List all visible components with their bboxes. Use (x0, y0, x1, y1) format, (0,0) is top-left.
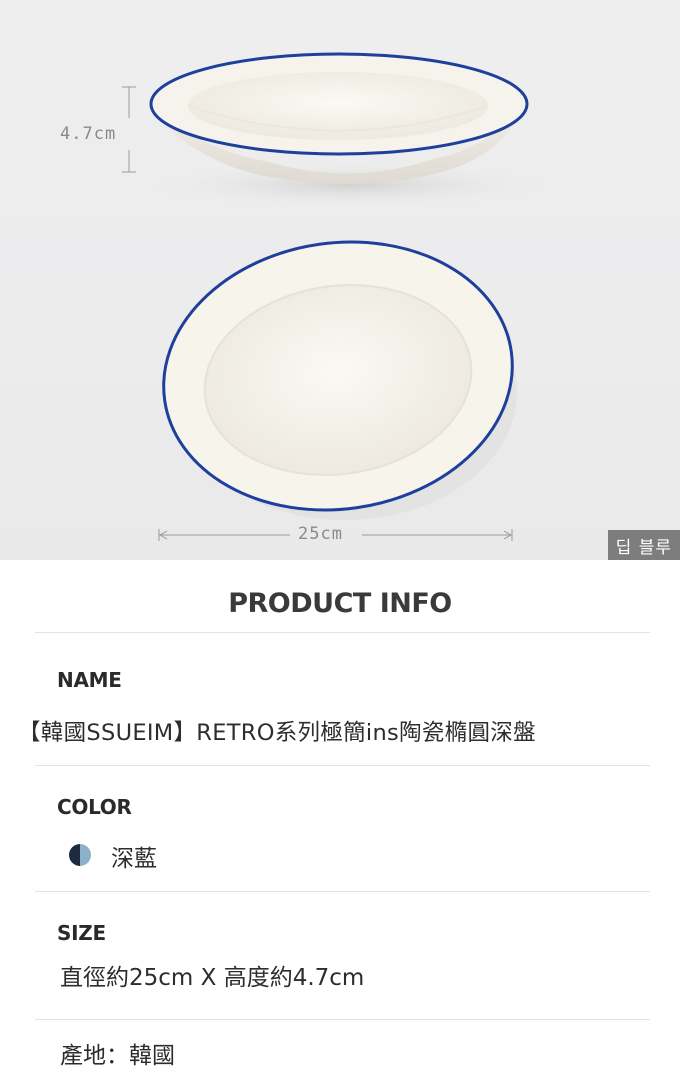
color-value: 深藍 (111, 846, 157, 872)
color-label: COLOR (57, 795, 132, 819)
divider (35, 765, 650, 766)
plate-illustration (122, 52, 550, 541)
size-label: SIZE (57, 921, 106, 945)
origin-value: 產地：韓國 (60, 1043, 175, 1069)
color-name-tag: 딥 블루 (607, 530, 680, 560)
product-name: 【韓國SSUEIM】RETRO系列極簡ins陶瓷橢圓深盤 (18, 720, 536, 746)
height-dimension-line (122, 86, 136, 173)
divider (35, 632, 650, 633)
size-value: 直徑約25cm X 高度約4.7cm (60, 965, 365, 991)
height-dimension-label: 4.7cm (60, 124, 117, 144)
width-dimension-label: 25cm (298, 524, 343, 544)
name-label: NAME (57, 668, 122, 692)
divider (35, 1019, 650, 1020)
product-photo: 4.7cm 25cm 딥 블루 (0, 0, 680, 560)
plate-top-view (162, 240, 517, 520)
divider (35, 891, 650, 892)
product-info-title: PRODUCT INFO (228, 588, 452, 619)
plate-side-view (149, 52, 550, 207)
color-swatch-icon (69, 844, 91, 866)
